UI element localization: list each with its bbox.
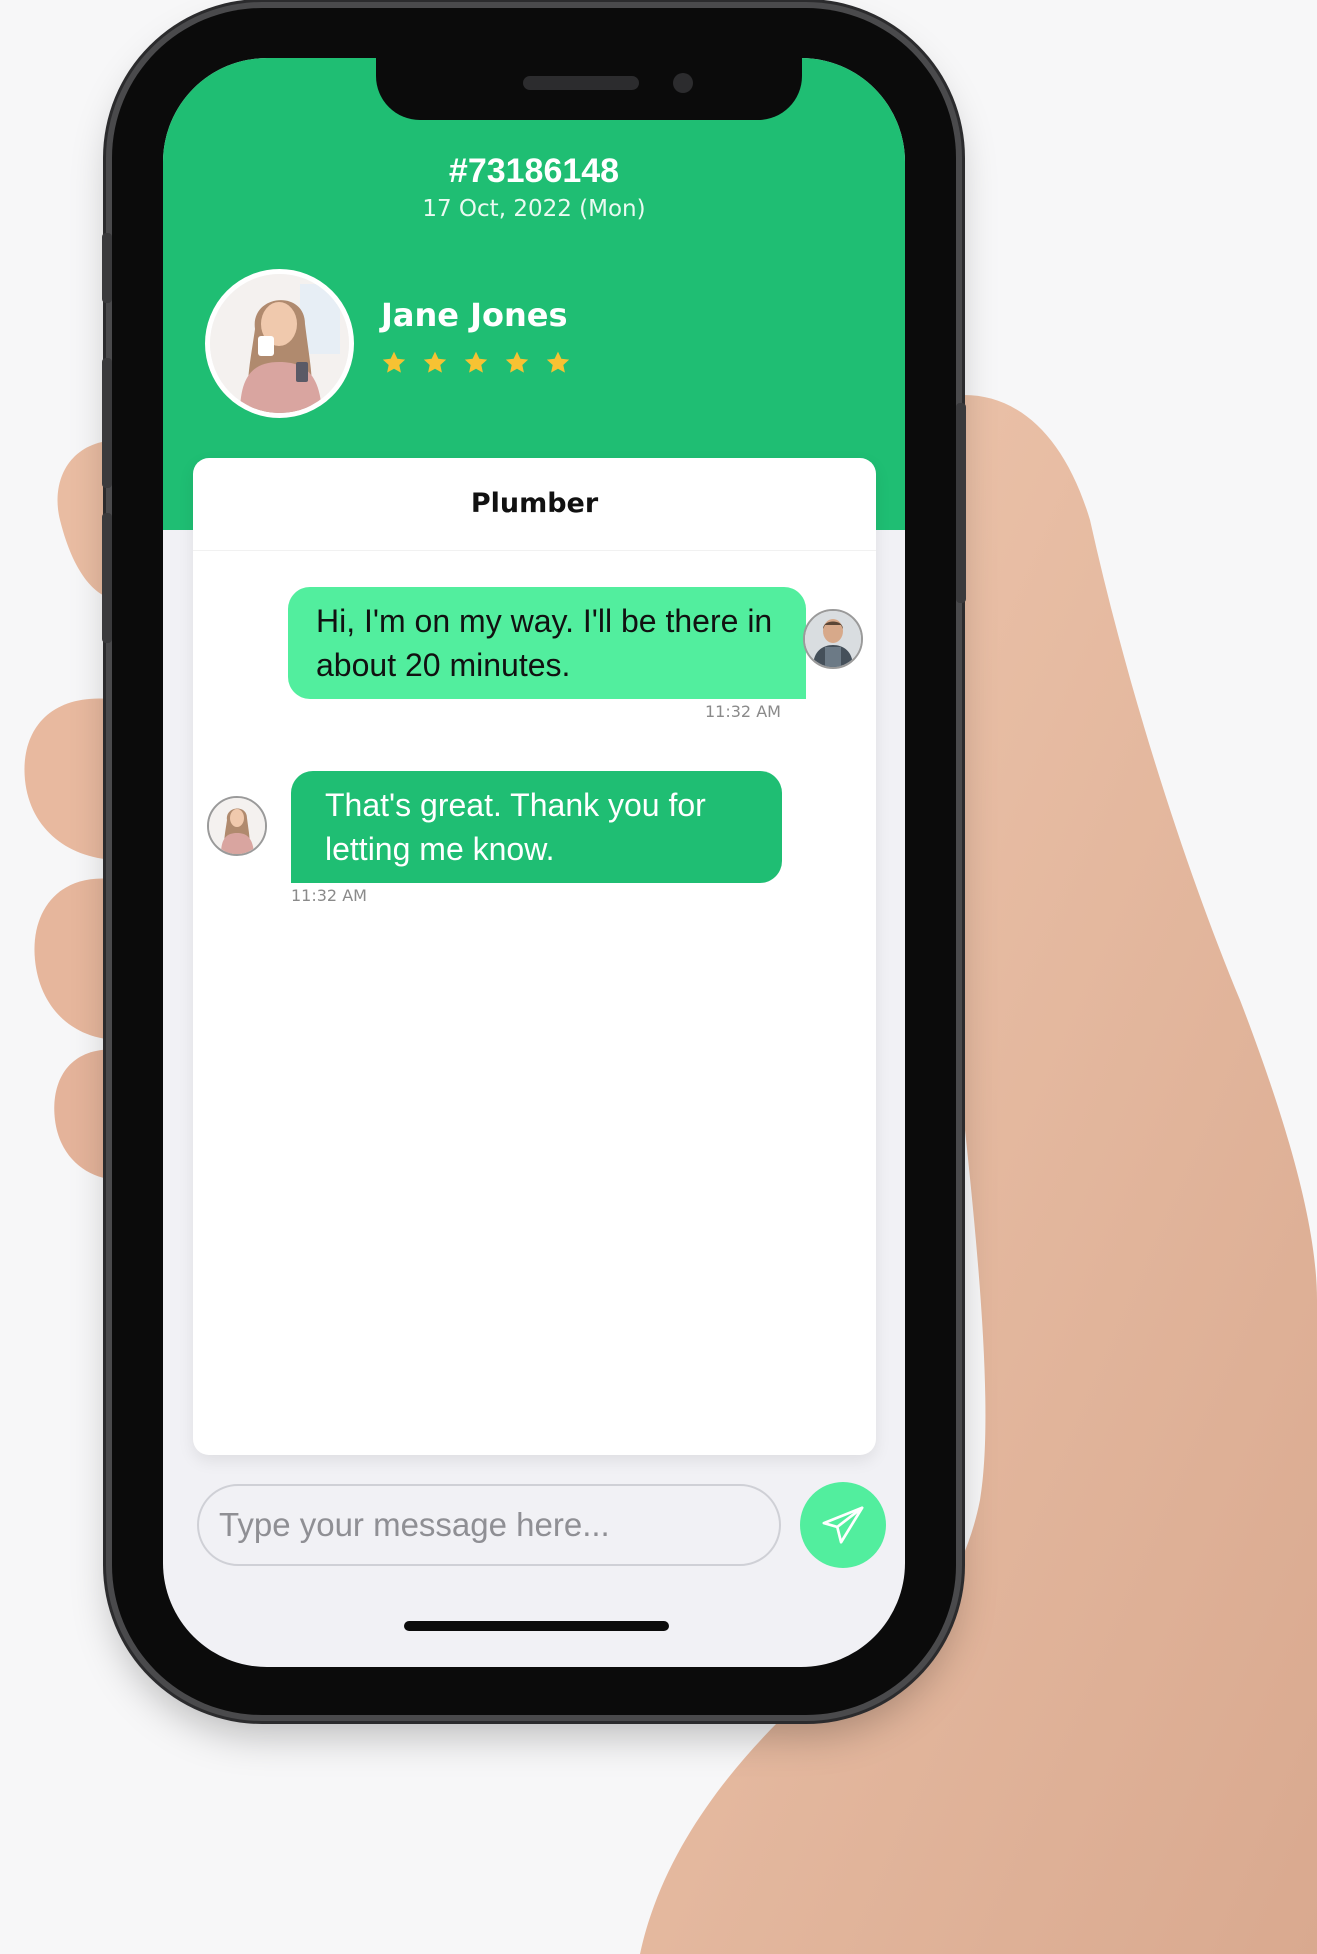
speaker-grille xyxy=(523,76,639,90)
volume-down-button xyxy=(102,513,112,643)
customer-small-avatar[interactable] xyxy=(207,796,267,856)
chat-title: Plumber xyxy=(193,458,876,551)
star-icon xyxy=(546,351,570,373)
chat-card: Plumber Hi, I'm on my way. I'll be there… xyxy=(193,458,876,1455)
plumber-avatar-icon xyxy=(805,611,861,667)
rating-stars xyxy=(381,350,571,376)
mute-switch xyxy=(102,233,112,303)
message-bubble-customer[interactable]: That's great. Thank you for letting me k… xyxy=(291,771,782,883)
customer-name: Jane Jones xyxy=(381,296,568,334)
star-icon xyxy=(464,351,488,373)
phone-screen: #73186148 17 Oct, 2022 (Mon) Jane Jones xyxy=(163,58,905,1667)
message-input-placeholder: Type your message here... xyxy=(219,1506,610,1543)
star-icon xyxy=(423,351,447,373)
notch xyxy=(376,58,802,120)
message-time: 11:32 AM xyxy=(291,886,367,905)
message-time: 11:32 AM xyxy=(705,702,781,721)
order-id: #73186148 xyxy=(448,152,620,190)
order-date: 17 Oct, 2022 (Mon) xyxy=(422,196,646,222)
power-button xyxy=(956,403,966,603)
volume-up-button xyxy=(102,358,112,488)
paper-plane-icon xyxy=(822,1506,864,1544)
phone-frame: #73186148 17 Oct, 2022 (Mon) Jane Jones xyxy=(102,8,966,1715)
camera-icon xyxy=(673,73,693,93)
customer-avatar[interactable] xyxy=(205,269,354,418)
plumber-avatar[interactable] xyxy=(803,609,863,669)
message-input[interactable]: Type your message here... xyxy=(197,1484,781,1566)
woman-with-mug-avatar-icon xyxy=(209,798,265,854)
send-button[interactable] xyxy=(800,1482,886,1568)
home-indicator[interactable] xyxy=(404,1621,669,1631)
message-bubble-plumber[interactable]: Hi, I'm on my way. I'll be there in abou… xyxy=(288,587,806,699)
woman-with-mug-avatar-icon xyxy=(210,274,349,413)
star-icon xyxy=(382,351,406,373)
star-icon xyxy=(505,351,529,373)
